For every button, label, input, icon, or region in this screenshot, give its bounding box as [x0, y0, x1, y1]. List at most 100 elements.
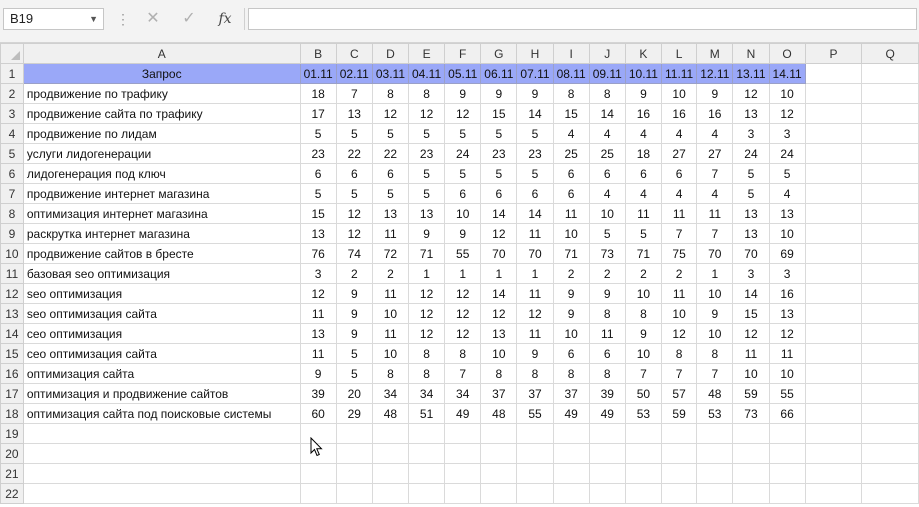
query-cell[interactable]: услуги лидогенерации: [22, 143, 301, 164]
value-cell[interactable]: 69: [768, 243, 806, 264]
row-header[interactable]: 9: [0, 223, 24, 244]
query-cell[interactable]: продвижение сайтов в бресте: [22, 243, 301, 264]
value-cell[interactable]: 70: [696, 243, 734, 264]
value-cell[interactable]: 9: [552, 303, 590, 324]
value-cell[interactable]: 10: [444, 203, 482, 224]
query-header-cell[interactable]: Запрос: [22, 63, 301, 84]
value-cell[interactable]: 22: [335, 143, 373, 164]
row-header[interactable]: 1: [0, 63, 24, 84]
value-cell[interactable]: 8: [660, 343, 698, 364]
value-cell[interactable]: 9: [444, 223, 482, 244]
value-cell[interactable]: 11: [588, 323, 626, 344]
value-cell[interactable]: 5: [335, 123, 373, 144]
value-cell[interactable]: 13: [732, 203, 770, 224]
empty-cell[interactable]: [696, 463, 734, 484]
value-cell[interactable]: 15: [552, 103, 590, 124]
value-cell[interactable]: 2: [588, 263, 626, 284]
date-header-cell[interactable]: 07.11: [516, 63, 554, 84]
empty-cell[interactable]: [804, 223, 863, 244]
empty-cell[interactable]: [861, 343, 919, 364]
value-cell[interactable]: 9: [624, 323, 662, 344]
value-cell[interactable]: 4: [552, 123, 590, 144]
value-cell[interactable]: 5: [371, 183, 410, 204]
value-cell[interactable]: 4: [660, 183, 698, 204]
value-cell[interactable]: 12: [732, 323, 770, 344]
query-cell[interactable]: лидогенерация под ключ: [22, 163, 301, 184]
value-cell[interactable]: 4: [588, 123, 626, 144]
row-header[interactable]: 17: [0, 383, 24, 404]
value-cell[interactable]: 6: [552, 343, 590, 364]
value-cell[interactable]: 11: [696, 203, 734, 224]
value-cell[interactable]: 39: [588, 383, 626, 404]
empty-cell[interactable]: [516, 443, 554, 464]
value-cell[interactable]: 59: [732, 383, 770, 404]
value-cell[interactable]: 8: [624, 303, 662, 324]
value-cell[interactable]: 1: [696, 263, 734, 284]
empty-cell[interactable]: [732, 483, 770, 504]
empty-cell[interactable]: [861, 163, 919, 184]
value-cell[interactable]: 13: [299, 223, 337, 244]
empty-cell[interactable]: [804, 123, 863, 144]
formula-input[interactable]: [248, 8, 917, 30]
empty-cell[interactable]: [516, 423, 554, 444]
value-cell[interactable]: 12: [371, 103, 410, 124]
empty-cell[interactable]: [696, 483, 734, 504]
value-cell[interactable]: 12: [335, 223, 373, 244]
row-header[interactable]: 15: [0, 343, 24, 364]
empty-cell[interactable]: [624, 463, 662, 484]
column-header-f[interactable]: F: [444, 43, 482, 64]
empty-cell[interactable]: [861, 483, 919, 504]
value-cell[interactable]: 5: [371, 123, 410, 144]
value-cell[interactable]: 7: [696, 163, 734, 184]
value-cell[interactable]: 9: [299, 363, 337, 384]
value-cell[interactable]: 10: [768, 83, 806, 104]
value-cell[interactable]: 10: [768, 223, 806, 244]
empty-cell[interactable]: [371, 443, 410, 464]
empty-cell[interactable]: [804, 323, 863, 344]
value-cell[interactable]: 6: [444, 183, 482, 204]
value-cell[interactable]: 12: [444, 323, 482, 344]
value-cell[interactable]: 51: [407, 403, 446, 424]
empty-cell[interactable]: [861, 183, 919, 204]
value-cell[interactable]: 23: [299, 143, 337, 164]
value-cell[interactable]: 6: [552, 163, 590, 184]
value-cell[interactable]: 8: [588, 303, 626, 324]
empty-cell[interactable]: [768, 443, 806, 464]
value-cell[interactable]: 37: [516, 383, 554, 404]
row-header[interactable]: 14: [0, 323, 24, 344]
value-cell[interactable]: 49: [444, 403, 482, 424]
empty-cell[interactable]: [804, 163, 863, 184]
value-cell[interactable]: 6: [588, 343, 626, 364]
empty-cell[interactable]: [861, 383, 919, 404]
empty-cell[interactable]: [335, 423, 373, 444]
date-header-cell[interactable]: 10.11: [624, 63, 662, 84]
value-cell[interactable]: 9: [552, 283, 590, 304]
value-cell[interactable]: 12: [299, 283, 337, 304]
value-cell[interactable]: 12: [768, 323, 806, 344]
value-cell[interactable]: 5: [335, 363, 373, 384]
value-cell[interactable]: 49: [552, 403, 590, 424]
empty-cell[interactable]: [480, 483, 518, 504]
date-header-cell[interactable]: 08.11: [552, 63, 590, 84]
value-cell[interactable]: 3: [768, 123, 806, 144]
value-cell[interactable]: 34: [371, 383, 410, 404]
empty-cell[interactable]: [804, 183, 863, 204]
value-cell[interactable]: 10: [371, 303, 410, 324]
empty-cell[interactable]: [371, 483, 410, 504]
value-cell[interactable]: 12: [660, 323, 698, 344]
value-cell[interactable]: 10: [552, 223, 590, 244]
value-cell[interactable]: 5: [588, 223, 626, 244]
empty-cell[interactable]: [861, 363, 919, 384]
value-cell[interactable]: 27: [696, 143, 734, 164]
value-cell[interactable]: 11: [516, 323, 554, 344]
value-cell[interactable]: 11: [371, 283, 410, 304]
empty-cell[interactable]: [299, 483, 337, 504]
value-cell[interactable]: 11: [660, 203, 698, 224]
value-cell[interactable]: 8: [552, 83, 590, 104]
value-cell[interactable]: 5: [516, 123, 554, 144]
value-cell[interactable]: 12: [407, 283, 446, 304]
row-header[interactable]: 6: [0, 163, 24, 184]
value-cell[interactable]: 10: [768, 363, 806, 384]
value-cell[interactable]: 5: [768, 163, 806, 184]
row-header[interactable]: 10: [0, 243, 24, 264]
